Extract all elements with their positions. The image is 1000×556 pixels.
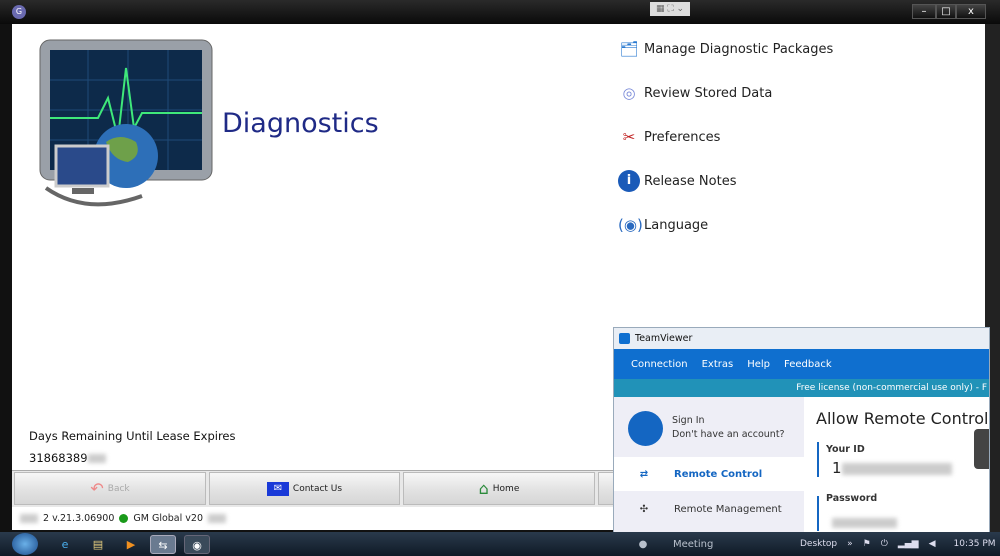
gds-icon: G <box>12 5 26 19</box>
status-dot-icon <box>119 513 129 523</box>
menu-label: Manage Diagnostic Packages <box>644 41 834 57</box>
menu-preferences[interactable]: ✂ Preferences <box>618 126 721 148</box>
teamviewer-menubar: Connection Extras Help Feedback <box>614 349 989 379</box>
id-digit: 1 <box>832 459 842 477</box>
menu-label: Release Notes <box>644 173 737 189</box>
lease-label: Days Remaining Until Lease Expires <box>29 429 236 443</box>
window-titlebar: G ▦ ⛶ ⌄ – □ x <box>0 0 1000 24</box>
folder-package-icon: 🗂 <box>619 40 639 58</box>
nav-remote-management[interactable]: ✣ Remote Management <box>614 492 804 526</box>
start-button[interactable] <box>12 533 38 555</box>
menu-release-notes[interactable]: i Release Notes <box>618 170 736 192</box>
nav-remote-control[interactable]: ⇄ Remote Control <box>614 457 804 491</box>
database-text: GM Global v20 <box>133 512 203 524</box>
menu-review-stored-data[interactable]: ◎ Review Stored Data <box>618 82 772 104</box>
toolbar-chevron[interactable]: » <box>847 539 853 549</box>
sign-in-link[interactable]: Sign In <box>672 414 785 428</box>
volume-icon[interactable]: ◀ <box>929 539 936 549</box>
avatar-icon[interactable] <box>628 411 663 446</box>
taskbar: e ▤ ▶ ⇆ ◉ Desktop » ⚑ ⏻ ▂▄▆ ◀ 10:35 PM <box>0 532 1000 556</box>
divider <box>817 442 819 477</box>
clock[interactable]: 10:35 PM <box>954 539 996 549</box>
teamviewer-titlebar: TeamViewer <box>614 328 989 349</box>
allow-remote-heading: Allow Remote Control <box>816 409 989 428</box>
redacted <box>20 513 38 523</box>
divider <box>817 496 819 531</box>
meeting-icon: ● <box>638 538 648 550</box>
teamviewer-side-tab[interactable] <box>974 429 989 469</box>
envelope-icon: ✉ <box>266 481 289 496</box>
arrows-icon: ⇄ <box>639 468 649 480</box>
status-bar: 2 v.21.3.06900 GM Global v20 <box>12 508 612 528</box>
menu-extras[interactable]: Extras <box>702 359 734 370</box>
system-tray: Desktop » ⚑ ⏻ ▂▄▆ ◀ 10:35 PM <box>800 532 996 556</box>
sign-in-block[interactable]: Sign In Don't have an account? <box>672 414 785 442</box>
home-button[interactable]: ⌂ Home <box>403 472 595 505</box>
nav-label: Remote Management <box>674 503 782 515</box>
menu-label: Review Stored Data <box>644 85 773 101</box>
disc-icon: ◎ <box>622 84 636 102</box>
home-label: Home <box>492 483 520 494</box>
lease-number: 31868389 <box>29 451 88 465</box>
internet-explorer-icon[interactable]: e <box>52 535 78 554</box>
expand-icon: ✣ <box>639 503 649 515</box>
license-banner: Free license (non-commercial use only) -… <box>614 379 989 397</box>
back-label: Back <box>107 483 130 494</box>
contact-label: Contact Us <box>292 483 343 494</box>
tools-icon: ✂ <box>622 128 636 146</box>
menu-manage-diagnostic-packages[interactable]: 🗂 Manage Diagnostic Packages <box>618 38 833 60</box>
your-id-value[interactable]: 1 <box>832 459 952 477</box>
menu-label: Preferences <box>644 129 721 145</box>
version-text: 2 v.21.3.06900 <box>43 512 115 524</box>
your-id-label: Your ID <box>826 444 865 455</box>
redacted <box>208 513 226 523</box>
menu-help[interactable]: Help <box>747 359 770 370</box>
create-account-link[interactable]: Don't have an account? <box>672 428 785 442</box>
teamviewer-title: TeamViewer <box>635 333 693 344</box>
flag-icon[interactable]: ⚑ <box>863 539 871 549</box>
nav-meeting[interactable]: ● Meeting <box>613 532 803 556</box>
redacted <box>841 462 952 475</box>
teamviewer-logo-icon <box>619 333 630 344</box>
back-button[interactable]: ↶ Back <box>14 472 206 505</box>
teamviewer-window[interactable]: TeamViewer Connection Extras Help Feedba… <box>613 327 990 556</box>
menu-feedback[interactable]: Feedback <box>784 359 832 370</box>
lease-value: 31868389 <box>29 451 106 465</box>
file-explorer-icon[interactable]: ▤ <box>85 535 111 554</box>
nav-label: Remote Control <box>674 468 763 480</box>
gds-taskbar-icon[interactable]: ◉ <box>184 535 210 554</box>
media-player-icon[interactable]: ▶ <box>118 535 144 554</box>
teamviewer-taskbar-icon[interactable]: ⇆ <box>150 535 176 554</box>
redacted <box>87 454 106 463</box>
menu-connection[interactable]: Connection <box>631 359 688 370</box>
menu-language[interactable]: (◉) Language <box>618 214 708 236</box>
password-label: Password <box>826 493 878 504</box>
info-icon: i <box>618 170 640 192</box>
desktop-toolbar[interactable]: Desktop <box>800 539 837 549</box>
nav-label: Meeting <box>673 538 714 550</box>
page-title: Diagnostics <box>222 108 379 139</box>
back-arrow-icon: ↶ <box>90 479 104 498</box>
home-icon: ⌂ <box>478 479 489 498</box>
password-value[interactable] <box>832 512 897 531</box>
diagnostics-logo <box>39 39 213 207</box>
snap-toolbar[interactable]: ▦ ⛶ ⌄ <box>650 2 690 16</box>
power-icon[interactable]: ⏻ <box>881 539 888 549</box>
redacted <box>832 517 897 528</box>
network-icon[interactable]: ▂▄▆ <box>898 539 919 549</box>
close-button[interactable]: x <box>956 4 986 19</box>
maximize-button[interactable]: □ <box>936 4 956 19</box>
contact-us-button[interactable]: ✉ Contact Us <box>209 472 400 505</box>
language-icon: (◉) <box>618 216 643 234</box>
minimize-button[interactable]: – <box>912 4 936 19</box>
menu-label: Language <box>644 217 709 233</box>
